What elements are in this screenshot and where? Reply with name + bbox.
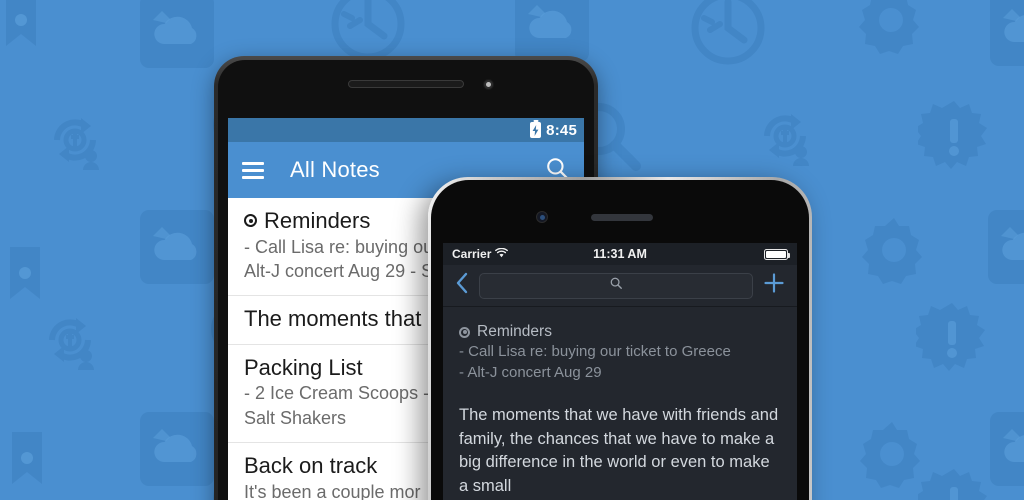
screenshot-stage: 8:45 All Notes Reminders - Call Lisa re:… xyxy=(0,0,1024,500)
sync-icon xyxy=(30,300,110,380)
bookmark-icon xyxy=(10,430,44,492)
android-status-bar: 8:45 xyxy=(228,118,584,142)
gear-icon xyxy=(858,214,930,286)
note-title: Packing List xyxy=(244,354,363,380)
ios-note-detail: Reminders - Call Lisa re: buying our tic… xyxy=(443,307,797,499)
android-status-clock: 8:45 xyxy=(546,121,577,139)
ios-status-bar: Carrier 11:31 AM xyxy=(443,243,797,265)
carrier-label: Carrier xyxy=(452,247,492,261)
cloud-icon xyxy=(515,0,589,62)
cloud-icon xyxy=(140,412,214,486)
cloud-icon xyxy=(988,210,1024,284)
iphone-device: Carrier 11:31 AM Reminders - Call Lisa r… xyxy=(428,177,812,500)
search-icon xyxy=(609,276,623,295)
note-body-line: - Call Lisa re: buying our ticket to Gre… xyxy=(459,343,731,360)
bookmark-icon xyxy=(8,245,42,307)
carrier-label-group: Carrier xyxy=(452,247,509,261)
note-title: Back on track xyxy=(244,453,378,479)
battery-charging-icon xyxy=(530,122,542,138)
clock-icon xyxy=(690,0,766,66)
ios-status-right xyxy=(764,248,790,260)
note-paragraph: The moments that we have with friends an… xyxy=(459,405,779,496)
cloud-icon xyxy=(990,412,1024,486)
cloud-icon xyxy=(140,0,214,68)
note-title-row: Reminders xyxy=(459,323,781,341)
chevron-left-icon[interactable] xyxy=(455,272,469,299)
bookmark-icon xyxy=(4,0,38,54)
sync-icon xyxy=(745,96,825,176)
page-title: All Notes xyxy=(290,157,380,182)
alert-burst-icon xyxy=(916,302,988,374)
android-front-camera xyxy=(483,79,494,90)
note-title: The moments that xyxy=(244,306,422,332)
note-body-line: - Alt-J concert Aug 29 xyxy=(459,364,602,382)
clock-icon xyxy=(330,0,406,62)
radio-bullet-icon xyxy=(459,326,470,338)
sync-icon xyxy=(35,100,115,180)
search-input[interactable] xyxy=(479,272,753,299)
plus-icon[interactable] xyxy=(763,272,785,299)
cloud-icon xyxy=(140,210,214,284)
cloud-icon xyxy=(990,0,1024,66)
wifi-icon xyxy=(495,247,509,261)
hamburger-menu-icon[interactable] xyxy=(242,161,264,179)
android-earpiece-speaker xyxy=(348,80,464,88)
gear-icon xyxy=(855,0,927,56)
iphone-frame: Carrier 11:31 AM Reminders - Call Lisa r… xyxy=(431,180,809,500)
iphone-earpiece-speaker xyxy=(591,214,653,221)
alert-burst-icon xyxy=(918,468,990,500)
ios-nav-bar xyxy=(443,265,797,307)
iphone-screen: Carrier 11:31 AM Reminders - Call Lisa r… xyxy=(443,243,797,500)
battery-full-icon xyxy=(764,248,790,260)
note-title: Reminders xyxy=(264,208,371,233)
iphone-front-camera xyxy=(536,211,548,223)
radio-bullet-icon xyxy=(244,214,257,228)
alert-burst-icon xyxy=(918,100,990,172)
note-title: Reminders xyxy=(477,323,552,340)
